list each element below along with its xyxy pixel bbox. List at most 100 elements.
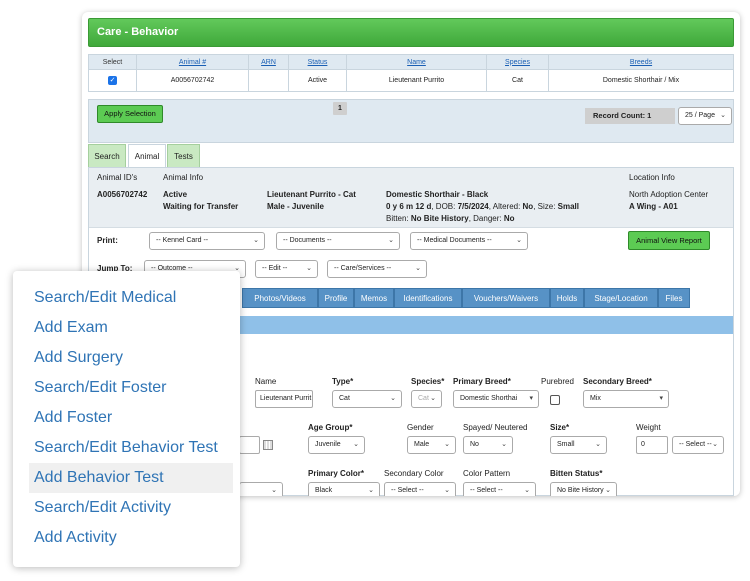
dob-value: 7/5/2024 — [457, 202, 489, 211]
primary-breed-select[interactable]: Domestic Shorthai ▾ — [453, 390, 539, 408]
menu-item-search-edit-behavior-test[interactable]: Search/Edit Behavior Test — [29, 433, 233, 463]
tab-photos-videos[interactable]: Photos/Videos — [242, 288, 318, 308]
sort-species-link[interactable]: Species — [505, 59, 530, 66]
weight-label: Weight — [636, 423, 661, 432]
name-input[interactable]: Lieutenant Purrit — [255, 390, 313, 408]
chevron-down-icon: ⌄ — [444, 487, 450, 494]
tab-search[interactable]: Search — [88, 144, 126, 167]
size-field-label: Size* — [550, 423, 570, 432]
color-pattern-select[interactable]: -- Select -- ⌄ — [463, 482, 536, 496]
secondary-color-select[interactable]: -- Select -- ⌄ — [384, 482, 456, 496]
sort-status-link[interactable]: Status — [308, 59, 328, 66]
chevron-down-icon: ▾ — [659, 395, 663, 402]
edit-select[interactable]: -- Edit -- ⌄ — [255, 260, 318, 278]
tab-holds[interactable]: Holds — [550, 288, 584, 308]
tab-identifications[interactable]: Identifications — [394, 288, 462, 308]
sort-breeds-link[interactable]: Breeds — [630, 59, 652, 66]
calendar-icon[interactable] — [263, 440, 273, 450]
menu-item-search-edit-medical[interactable]: Search/Edit Medical — [29, 283, 233, 313]
table-row[interactable]: ✓ A0056702742 Active Lieutenant Purrito … — [88, 69, 734, 92]
animal-sex-age: Male - Juvenile — [267, 202, 324, 211]
menu-item-add-activity[interactable]: Add Activity — [29, 523, 233, 553]
weight-input[interactable]: 0 — [636, 436, 668, 454]
cell-breeds: Domestic Shorthair / Mix — [548, 69, 734, 92]
bitten-status-label: Bitten Status* — [550, 469, 603, 478]
kennel-card-select[interactable]: -- Kennel Card -- ⌄ — [149, 232, 265, 250]
purebred-checkbox[interactable] — [550, 395, 560, 405]
size-label: , Size: — [533, 202, 558, 211]
type-label: Type* — [332, 377, 354, 386]
row-select-cell[interactable]: ✓ — [88, 69, 137, 92]
col-arn[interactable]: ARN — [248, 54, 289, 70]
species-label: Species* — [411, 377, 445, 386]
documents-select[interactable]: -- Documents -- ⌄ — [276, 232, 400, 250]
size-field-value: Small — [557, 441, 575, 448]
menu-item-add-foster[interactable]: Add Foster — [29, 403, 233, 433]
spayed-value: No — [470, 441, 479, 448]
spayed-select[interactable]: No ⌄ — [463, 436, 513, 454]
secondary-color-value: -- Select -- — [391, 487, 424, 494]
chevron-down-icon: ⌄ — [415, 265, 421, 272]
chevron-down-icon: ⌄ — [444, 441, 450, 448]
primary-breed-label: Primary Breed* — [453, 377, 511, 386]
cell-species: Cat — [486, 69, 549, 92]
chevron-down-icon: ⌄ — [595, 441, 601, 448]
pager-bar: Apply Selection 1 Record Count: 1 25 / P… — [88, 99, 734, 143]
col-status[interactable]: Status — [288, 54, 347, 70]
location-kennel: A Wing - A01 — [629, 202, 678, 211]
size-value: Small — [557, 202, 579, 211]
tab-vouchers-waivers[interactable]: Vouchers/Waivers — [462, 288, 550, 308]
name-label: Name — [255, 377, 277, 386]
chevron-down-icon: ⌄ — [430, 395, 436, 402]
weight-unit-select[interactable]: -- Select -- ⌄ — [672, 436, 724, 454]
sort-animal-no-link[interactable]: Animal # — [179, 59, 206, 66]
page-size-value: 25 / Page — [685, 112, 715, 119]
col-name[interactable]: Name — [346, 54, 487, 70]
cell-arn — [248, 69, 289, 92]
secondary-breed-select[interactable]: Mix ▾ — [583, 390, 669, 408]
medical-documents-select[interactable]: -- Medical Documents -- ⌄ — [410, 232, 528, 250]
col-breeds[interactable]: Breeds — [548, 54, 734, 70]
date-input[interactable] — [239, 436, 260, 454]
menu-item-add-exam[interactable]: Add Exam — [29, 313, 233, 343]
tab-profile[interactable]: Profile — [318, 288, 354, 308]
species-select[interactable]: Cat ⌄ — [411, 390, 442, 408]
row-checkbox[interactable]: ✓ — [108, 76, 117, 85]
menu-item-search-edit-activity[interactable]: Search/Edit Activity — [29, 493, 233, 523]
tab-files[interactable]: Files — [658, 288, 690, 308]
gender-select[interactable]: Male ⌄ — [407, 436, 456, 454]
sort-arn-link[interactable]: ARN — [261, 59, 276, 66]
animal-ids-header: Animal ID's — [97, 173, 138, 182]
menu-item-add-behavior-test[interactable]: Add Behavior Test — [29, 463, 233, 493]
tab-stage-location[interactable]: Stage/Location — [584, 288, 658, 308]
page-number[interactable]: 1 — [333, 102, 347, 115]
chevron-down-icon: ⌄ — [720, 112, 726, 119]
apply-selection-button[interactable]: Apply Selection — [97, 105, 163, 123]
col-animal-no[interactable]: Animal # — [136, 54, 249, 70]
primary-color-select[interactable]: Black ⌄ — [308, 482, 380, 496]
page-size-select[interactable]: 25 / Page ⌄ — [678, 107, 732, 125]
menu-item-add-surgery[interactable]: Add Surgery — [29, 343, 233, 373]
type-select[interactable]: Cat ⌄ — [332, 390, 402, 408]
secondary-breed-label: Secondary Breed* — [583, 377, 652, 386]
tab-tests[interactable]: Tests — [167, 144, 200, 167]
gender-value: Male — [414, 441, 430, 448]
medical-documents-value: -- Medical Documents -- — [417, 237, 492, 244]
sort-name-link[interactable]: Name — [407, 59, 426, 66]
chevron-down-icon: ⌄ — [524, 487, 530, 494]
edit-value: -- Edit -- — [262, 265, 288, 272]
bitten-label: Bitten: — [386, 214, 411, 223]
col-species[interactable]: Species — [486, 54, 549, 70]
bitten-status-select[interactable]: No Bite History ⌄ — [550, 482, 617, 496]
primary-color-label: Primary Color* — [308, 469, 365, 478]
animal-view-report-button[interactable]: Animal View Report — [628, 231, 710, 250]
care-services-select[interactable]: -- Care/Services -- ⌄ — [327, 260, 427, 278]
size-select[interactable]: Small ⌄ — [550, 436, 607, 454]
age-group-select[interactable]: Juvenile ⌄ — [308, 436, 365, 454]
chevron-down-icon: ⌄ — [501, 441, 507, 448]
status-transfer: Waiting for Transfer — [163, 202, 239, 211]
tab-animal[interactable]: Animal — [128, 144, 166, 168]
row3-select[interactable]: ⌄ — [239, 482, 283, 496]
menu-item-search-edit-foster[interactable]: Search/Edit Foster — [29, 373, 233, 403]
tab-memos[interactable]: Memos — [354, 288, 394, 308]
